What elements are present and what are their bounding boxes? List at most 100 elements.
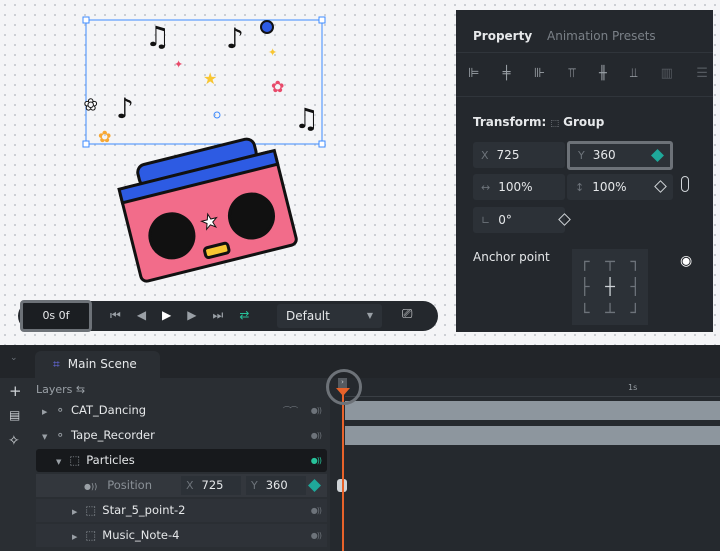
anchor-grid[interactable]: ┌ ┬ ┐ ├ ┼ ┤ └ ┴ ┘: [572, 249, 648, 325]
visibility-icon[interactable]: ●)): [311, 524, 322, 547]
align-right-icon[interactable]: ⊪: [534, 66, 545, 81]
svg-text:★: ★: [203, 69, 217, 88]
distribute-v-icon[interactable]: ☰: [696, 66, 708, 81]
layer-row-selected[interactable]: ▼ ⬚ Particles ●)): [36, 449, 327, 472]
loop-icon[interactable]: ⇄: [239, 308, 249, 323]
visibility-icon[interactable]: ●)): [311, 449, 322, 472]
svg-text:♪: ♪: [116, 92, 134, 125]
expand-icon[interactable]: ▶: [72, 533, 77, 541]
expand-icon[interactable]: ▶: [72, 508, 77, 516]
collapse-chevron-icon[interactable]: ⌄: [10, 353, 18, 363]
transform-type: Group: [563, 115, 605, 129]
skip-end-icon[interactable]: ⏭: [213, 308, 224, 323]
layer-name: Star_5_point-2: [102, 503, 186, 517]
rotation-value: 0°: [498, 213, 512, 227]
divider: [456, 52, 713, 53]
distribute-h-icon[interactable]: ▥: [661, 66, 673, 81]
anchor-left[interactable]: ├: [572, 274, 597, 299]
height-value: 100%: [592, 180, 627, 194]
tab-main-scene[interactable]: ⌗ Main Scene: [35, 351, 160, 378]
width-scale-field[interactable]: ↔ 100%: [473, 174, 565, 200]
collapse-icon[interactable]: ▼: [42, 433, 47, 441]
layer-row[interactable]: ▼ ⚬ Tape_Recorder ●)): [36, 424, 327, 447]
link-icon[interactable]: [681, 176, 689, 192]
collapse-icon[interactable]: ▼: [56, 458, 61, 466]
position-y-field[interactable]: Y 360: [246, 476, 306, 495]
anchor-bottom-left[interactable]: └: [572, 300, 597, 325]
visibility-icon[interactable]: ●)): [311, 424, 322, 447]
align-left-icon[interactable]: ⊫: [468, 66, 479, 81]
y-value: 360: [592, 148, 616, 162]
visibility-icon[interactable]: ●)): [311, 499, 322, 522]
chevron-right-icon: ›: [338, 378, 347, 388]
layer-name: CAT_Dancing: [71, 403, 147, 417]
anchor-top-right[interactable]: ┐: [623, 249, 648, 274]
align-bottom-icon[interactable]: ⫫: [630, 66, 637, 81]
playhead-marker-icon: [336, 388, 350, 396]
y-label: Y: [251, 479, 258, 492]
eye-icon[interactable]: ◉: [680, 253, 692, 269]
anchor-bottom-right[interactable]: ┘: [623, 300, 648, 325]
layer-row[interactable]: ▶ ⬚ Star_5_point-2 ●)): [36, 499, 327, 522]
position-x-field[interactable]: X 725: [181, 476, 241, 495]
playhead-handle[interactable]: ›: [326, 369, 362, 405]
skip-start-icon[interactable]: ⏮: [110, 308, 121, 323]
frame-icon: ⬚: [69, 453, 81, 467]
preview-screen-icon[interactable]: ⎚: [402, 307, 412, 322]
group-icon: ⚬: [55, 428, 66, 442]
align-top-icon[interactable]: ⫪: [568, 66, 575, 81]
swap-icon[interactable]: ⇆: [76, 383, 85, 396]
anchor-right[interactable]: ┤: [623, 274, 648, 299]
rotation-field[interactable]: ∟ 0°: [473, 207, 571, 233]
components-icon[interactable]: ✧: [8, 433, 20, 449]
expand-icon[interactable]: ▶: [42, 408, 47, 416]
preset-dropdown[interactable]: Default ▼: [277, 304, 382, 328]
tab-animation-presets[interactable]: Animation Presets: [547, 29, 656, 43]
keyframe-diamond-icon[interactable]: [654, 180, 667, 193]
divider: [456, 96, 713, 97]
y-field[interactable]: Y 360: [567, 141, 673, 170]
svg-text:✿: ✿: [98, 127, 111, 146]
step-back-icon[interactable]: ◀: [137, 308, 146, 323]
track-bar[interactable]: [345, 401, 720, 420]
keyframe-diamond-icon[interactable]: [308, 479, 321, 492]
visibility-icon[interactable]: ●)): [84, 482, 97, 491]
anchor-top[interactable]: ┬: [597, 249, 622, 274]
tab-property[interactable]: Property: [473, 29, 532, 43]
anchor-top-left[interactable]: ┌: [572, 249, 597, 274]
anchor-center[interactable]: ┼: [597, 274, 622, 299]
time-display[interactable]: 0s 0f: [20, 300, 92, 332]
layer-name: Particles: [86, 453, 135, 467]
assets-icon[interactable]: ▤: [9, 408, 20, 422]
layer-row[interactable]: ▶ ⚬ CAT_Dancing ⌒⌒ ●)): [36, 399, 327, 422]
step-forward-icon[interactable]: ▶: [187, 308, 196, 323]
y-label: Y: [578, 149, 585, 162]
y-value: 360: [265, 478, 288, 492]
group-icon: ⚬: [55, 403, 66, 417]
property-row-position[interactable]: ●)) Position X 725 Y 360: [36, 474, 327, 497]
layer-row[interactable]: ▶ ⬚ Music_Note-4 ●)): [36, 524, 327, 547]
x-field[interactable]: X 725: [473, 142, 565, 168]
playhead-line[interactable]: [342, 395, 344, 551]
add-icon[interactable]: +: [9, 382, 22, 400]
artwork-illustration[interactable]: ♫ ♪♪ ♫ ★✦✦✿✿✿ ★: [0, 0, 456, 300]
play-icon[interactable]: ▶: [162, 308, 171, 323]
align-center-v-icon[interactable]: ╫: [599, 66, 607, 81]
layer-name: Tape_Recorder: [71, 428, 155, 442]
height-scale-field[interactable]: ↕ 100%: [567, 174, 673, 200]
property-panel: Property Animation Presets ⊫ ╪ ⊪ ⫪ ╫ ⫫ ▥ ☰ Tran…: [456, 10, 713, 332]
keyframe-diamond-icon[interactable]: [651, 149, 664, 162]
hidden-eye-icon[interactable]: ⌒⌒: [283, 399, 298, 422]
align-center-h-icon[interactable]: ╪: [503, 66, 511, 81]
svg-text:♫: ♫: [145, 20, 170, 53]
time-ruler[interactable]: 1s: [345, 379, 720, 397]
track-bar[interactable]: [345, 426, 720, 445]
svg-text:✿: ✿: [271, 77, 284, 96]
transform-heading: Transform: ⬚ Group: [473, 115, 604, 129]
keyframe-diamond-icon[interactable]: [558, 213, 571, 226]
player-bar: 0s 0f ⏮ ◀ ▶ ▶ ⏭ ⇄ Default ▼ ⎚: [18, 300, 438, 332]
preset-value: Default: [286, 309, 330, 323]
align-toolbar: ⊫ ╪ ⊪ ⫪ ╫ ⫫ ▥ ☰: [468, 66, 708, 81]
visibility-icon[interactable]: ●)): [311, 399, 322, 422]
anchor-bottom[interactable]: ┴: [597, 300, 622, 325]
